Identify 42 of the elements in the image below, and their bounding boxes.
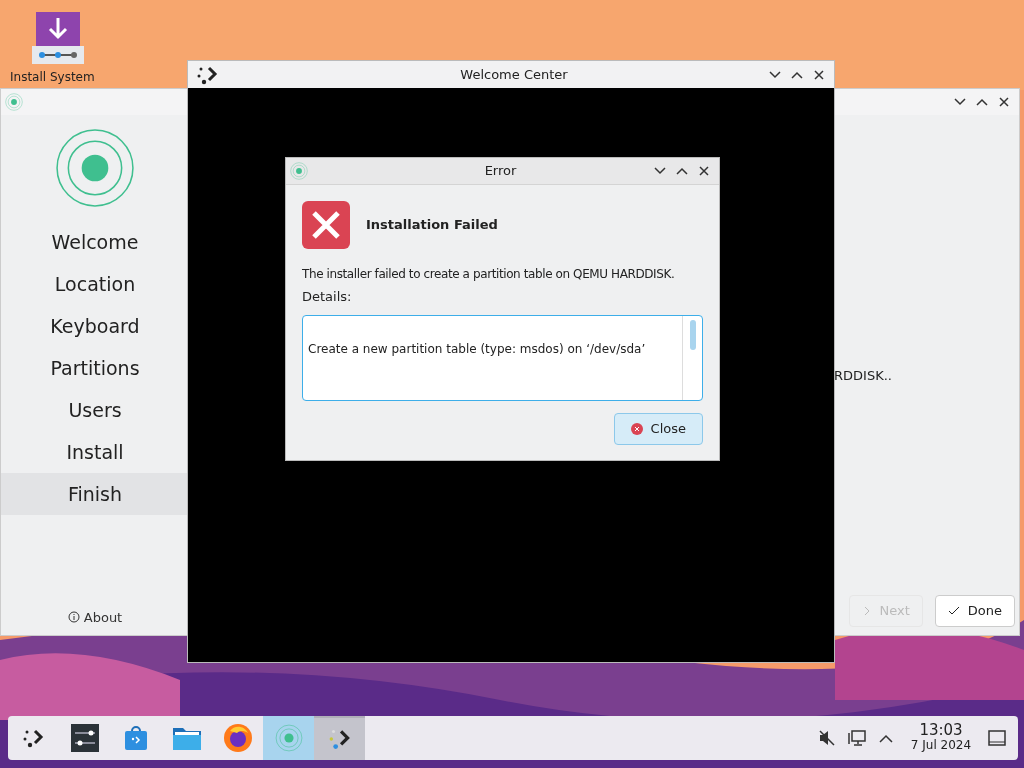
caret-icon[interactable] <box>878 732 894 744</box>
install-icon[interactable] <box>30 10 86 66</box>
details-label: Details: <box>302 288 353 306</box>
step-item: Location <box>53 271 137 297</box>
error-heading: Installation Failed <box>366 216 498 235</box>
error-icon <box>302 201 350 249</box>
step-item: Install <box>65 439 125 465</box>
step-item: Keyboard <box>49 313 141 339</box>
clock-time: 13:03 <box>919 723 963 738</box>
app-icon <box>290 162 308 180</box>
scrollbar-thumb[interactable] <box>689 319 696 350</box>
clock-date: 7 Jul 2024 <box>910 738 972 753</box>
app-icon <box>5 93 23 111</box>
close-icon <box>630 422 643 435</box>
step-item: Users <box>67 397 123 423</box>
sliders-icon <box>70 724 99 752</box>
close-icon[interactable] <box>812 67 826 82</box>
taskbar-item[interactable] <box>314 716 365 760</box>
window-title: Welcome Center <box>460 65 568 84</box>
details-text: Create a new partition table (type: msdos) on ‘/dev/sda’ <box>308 340 647 358</box>
about-button[interactable]: About <box>67 607 123 627</box>
close-button[interactable]: Close <box>613 412 703 445</box>
status-text: RDDISK.. <box>834 367 892 385</box>
info-icon <box>67 611 80 624</box>
error-message: The installer failed to create a partition table on QEMU HARDDISK. <box>302 266 676 283</box>
step-item: Finish <box>1 473 189 515</box>
done-button[interactable]: Done <box>934 595 1015 627</box>
dialog-title: Error <box>484 162 517 181</box>
logo-icon <box>54 127 136 209</box>
close-icon[interactable] <box>697 164 711 178</box>
check-icon <box>947 606 960 616</box>
installer-icon <box>274 724 303 752</box>
details-box[interactable]: Create a new partition table (type: msdos) on ‘/dev/sda’ <box>302 314 703 401</box>
desktop-icon-label[interactable]: Install System <box>10 70 95 85</box>
step-item: Welcome <box>50 229 140 255</box>
network-icon[interactable] <box>848 729 866 747</box>
show-desktop-icon[interactable] <box>988 729 1006 747</box>
close-icon[interactable] <box>997 95 1011 109</box>
browser-icon <box>222 723 253 753</box>
muted-speaker-icon[interactable] <box>818 729 836 747</box>
clock[interactable]: 13:03 7 Jul 2024 <box>906 723 976 753</box>
step-item: Partitions <box>49 355 141 381</box>
